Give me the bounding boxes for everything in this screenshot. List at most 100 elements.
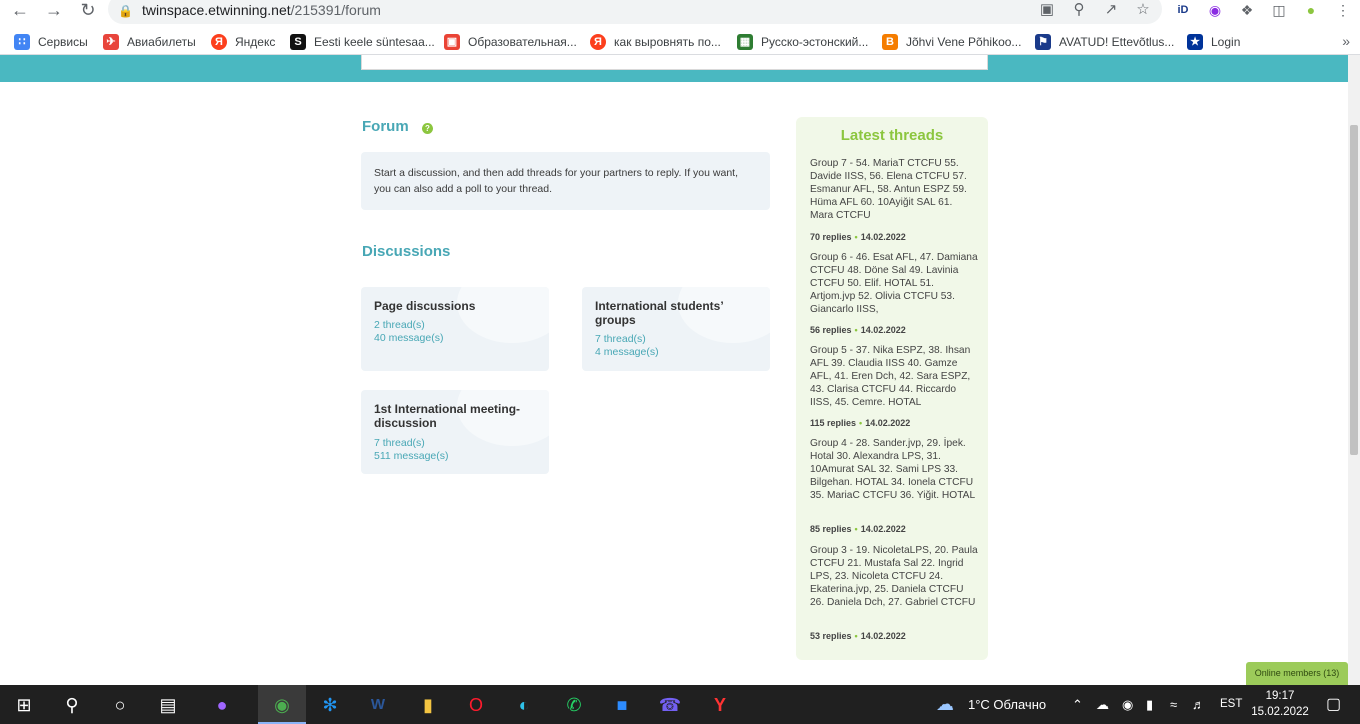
discussion-title[interactable]: International students’ groups (595, 299, 760, 327)
flag-icon: ⚑ (1035, 34, 1051, 50)
search-icon[interactable]: ⚲ (58, 691, 86, 719)
thread-title[interactable]: Group 7 - 54. MariaT CTCFU 55. Davide II… (810, 157, 978, 222)
forum-intro-text: Start a discussion, and then add threads… (374, 167, 739, 195)
thread-meta: 56 replies • 14.02.2022 (810, 325, 906, 335)
forward-icon[interactable]: → (42, 1, 66, 21)
reload-icon[interactable]: ↻ (76, 1, 100, 21)
help-icon[interactable]: ? (422, 123, 433, 134)
blogger-icon: B (882, 34, 898, 50)
header-card (361, 55, 988, 70)
speech-bubble-icon (457, 287, 549, 343)
browser-app-icon[interactable]: ✻ (316, 691, 344, 719)
bookmark-item[interactable]: B Jõhvi Vene Põhikoo... (882, 33, 1021, 51)
discussion-card[interactable]: International students’ groups 7 thread(… (582, 287, 770, 371)
forum-intro: Start a discussion, and then add threads… (361, 152, 770, 210)
share-icon[interactable]: ↗ (1100, 0, 1122, 20)
zoom-app-icon[interactable]: ■ (608, 691, 636, 719)
thread-meta: 85 replies • 14.02.2022 (810, 524, 906, 534)
extensions-puzzle-icon[interactable]: ❖ (1236, 0, 1258, 20)
file-explorer-icon[interactable]: ▮ (414, 691, 442, 719)
more-bookmarks-icon[interactable]: » (1342, 33, 1350, 49)
plane-icon: ✈ (103, 34, 119, 50)
bookmark-item[interactable]: Якак выровнять по... (590, 33, 721, 51)
thread-meta: 115 replies • 14.02.2022 (810, 418, 911, 428)
thread-title[interactable]: Group 3 - 19. NicoletaLPS, 20. Paula CTC… (810, 544, 978, 609)
page-content: Forum ? Start a discussion, and then add… (0, 55, 1348, 685)
weather-text[interactable]: 1°C Облачно (968, 685, 1046, 724)
edge-icon[interactable]: ◐ (510, 691, 538, 719)
alice-icon[interactable]: ● (208, 691, 236, 719)
menu-kebab-icon[interactable]: ⋮ (1332, 0, 1354, 20)
message-count: 4 message(s) (595, 346, 659, 358)
thread-meta: 53 replies • 14.02.2022 (810, 631, 906, 641)
bookmark-item[interactable]: ▣ Образовательная... (444, 33, 577, 51)
bookmark-star-icon[interactable]: ☆ (1132, 0, 1154, 20)
thread-count: 2 thread(s) (374, 319, 425, 331)
onedrive-icon[interactable]: ☁ (1096, 685, 1109, 724)
cortana-icon[interactable]: ○ (106, 691, 134, 719)
online-members-button[interactable]: Online members (13) (1246, 662, 1348, 685)
scrollbar-thumb[interactable] (1350, 125, 1358, 455)
es-icon: S (290, 34, 306, 50)
extension-circle-icon[interactable]: ◉ (1204, 0, 1226, 20)
url-text[interactable]: twinspace.etwinning.net/215391/forum (142, 2, 381, 18)
language-indicator[interactable]: EST (1220, 685, 1242, 724)
microphone-icon[interactable]: ◉ (1122, 685, 1133, 724)
browser-toolbar: ← → ↻ 🔒 twinspace.etwinning.net/215391/f… (0, 0, 1360, 28)
back-icon[interactable]: ← (8, 1, 32, 21)
word-icon[interactable]: W (364, 691, 392, 719)
yandex-icon: Я (590, 34, 606, 50)
battery-icon[interactable]: ▮ (1146, 685, 1153, 724)
system-clock[interactable]: 19:17 15.02.2022 (1244, 688, 1316, 720)
lock-icon: 🔒 (118, 4, 133, 18)
eu-flag-icon: ★ (1187, 34, 1203, 50)
thread-title[interactable]: Group 6 - 46. Esat AFL, 47. Damiana CTCF… (810, 251, 978, 316)
opera-icon[interactable]: O (462, 691, 490, 719)
id-extension-icon[interactable]: iD (1172, 0, 1194, 20)
bookmark-item[interactable]: ▦ Русско-эстонский... (737, 33, 868, 51)
thread-meta: 70 replies • 14.02.2022 (810, 232, 906, 242)
notification-icon[interactable]: ▢ (1326, 685, 1341, 724)
discussion-card[interactable]: Page discussions 2 thread(s) 40 message(… (361, 287, 549, 371)
thread-count: 7 thread(s) (595, 333, 646, 345)
profile-avatar-icon[interactable]: ● (1300, 0, 1322, 20)
thread-count: 7 thread(s) (374, 437, 425, 449)
forum-title: Forum (362, 118, 409, 135)
tray-chevron-icon[interactable]: ⌃ (1072, 685, 1083, 724)
discussion-card[interactable]: 1st International meeting-discussion 7 t… (361, 390, 549, 474)
bookmark-item[interactable]: ∷ Сервисы (14, 33, 88, 51)
zoom-icon[interactable]: ⚲ (1068, 0, 1090, 20)
bookmark-item[interactable]: S Eesti keele süntesaa... (290, 33, 435, 51)
bookmarks-bar: ∷ Сервисы ✈ Авиабилеты Я Яндекс S Eesti keel… (0, 28, 1360, 55)
translate-icon[interactable]: ▣ (1036, 0, 1058, 20)
thread-title[interactable]: Group 4 - 28. Sander.jvp, 29. İpek. Hota… (810, 437, 978, 502)
task-view-icon[interactable]: ▤ (154, 691, 182, 719)
yandex-browser-icon[interactable]: Y (706, 691, 734, 719)
viber-icon[interactable]: ☎ (656, 691, 684, 719)
side-panel-icon[interactable]: ◫ (1268, 0, 1290, 20)
bookmark-item[interactable]: ★ Login (1187, 33, 1240, 51)
whatsapp-icon[interactable]: ✆ (560, 691, 588, 719)
volume-icon[interactable]: ♬ (1192, 685, 1205, 724)
address-bar[interactable]: 🔒 twinspace.etwinning.net/215391/forum (108, 0, 1162, 24)
grid-icon: ▦ (737, 34, 753, 50)
discussion-title[interactable]: Page discussions (374, 299, 539, 313)
clock-date: 15.02.2022 (1251, 706, 1309, 718)
windows-taskbar: ⊞ ⚲ ○ ▤ ● ◉ ✻ W ▮ O ◐ ✆ ■ ☎ Y ☁ 1°C Обла… (0, 685, 1360, 724)
bookmark-item[interactable]: Я Яндекс (211, 33, 275, 51)
message-count: 40 message(s) (374, 332, 444, 344)
page-scrollbar[interactable] (1348, 55, 1360, 685)
thread-title[interactable]: Group 5 - 37. Nika ESPZ, 38. Ihsan AFL 3… (810, 344, 978, 409)
windows-start-icon[interactable]: ⊞ (10, 691, 38, 719)
bookmark-item[interactable]: ✈ Авиабилеты (103, 33, 196, 51)
yandex-icon: Я (211, 34, 227, 50)
message-count: 511 message(s) (374, 450, 449, 462)
wifi-icon[interactable]: ≈ (1170, 685, 1177, 724)
weather-cloud-icon[interactable]: ☁ (936, 685, 954, 724)
discussion-title[interactable]: 1st International meeting-discussion (374, 402, 539, 430)
chrome-icon[interactable]: ◉ (268, 691, 296, 719)
apps-grid-icon: ∷ (14, 34, 30, 50)
clock-time: 19:17 (1265, 690, 1295, 702)
latest-threads-panel: Latest threads Group 7 - 54. MariaT CTCF… (796, 117, 988, 660)
bookmark-item[interactable]: ⚑ AVATUD! Ettevõtlus... (1035, 33, 1174, 51)
